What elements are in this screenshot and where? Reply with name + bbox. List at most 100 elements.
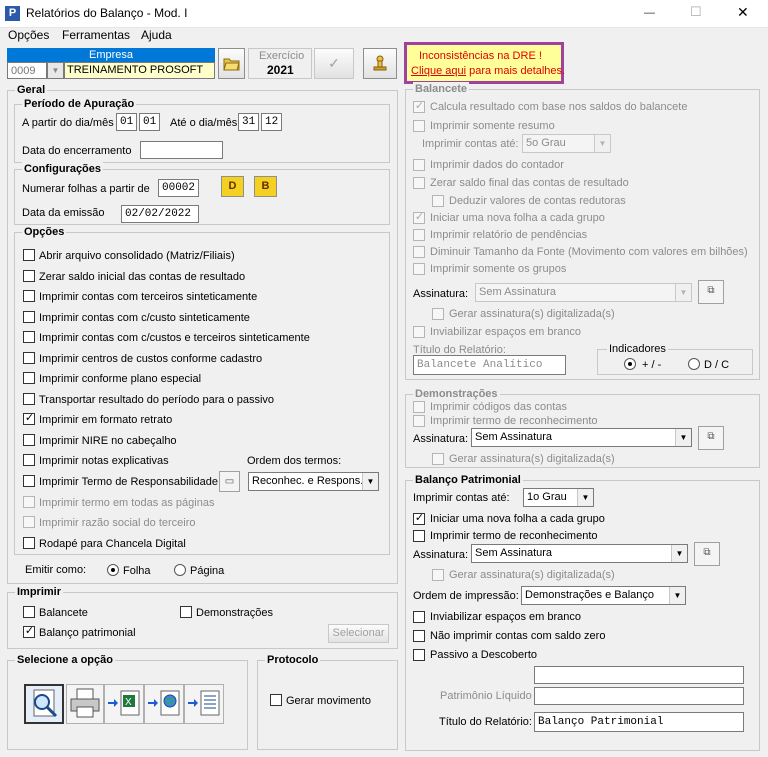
balancete-assinatura-button[interactable]: ⧉ <box>698 280 724 304</box>
demonstracoes-gerar-dig-checkbox <box>432 453 444 465</box>
stamp-button[interactable] <box>363 48 397 79</box>
opcao-label: Imprimir razão social do terceiro <box>39 517 196 529</box>
balanco-assinatura-button[interactable]: ⧉ <box>694 542 720 566</box>
balancete-contas-value: 5o Grau <box>526 137 566 149</box>
opcao-checkbox[interactable] <box>23 270 35 282</box>
opcao-checkbox[interactable] <box>23 475 35 487</box>
to-month-input[interactable]: 12 <box>261 113 282 131</box>
indicadores-group: Indicadores <box>597 342 753 375</box>
document-export-icon <box>188 690 220 716</box>
opcao-label: Transportar resultado do período para o … <box>39 394 275 406</box>
config-title: Configurações <box>22 162 104 176</box>
balancete-inviabilizar-label: Inviabilizar espaços em branco <box>430 326 582 338</box>
balancete-gerar-dig-label: Gerar assinatura(s) digitalizada(s) <box>449 308 615 320</box>
opcao-checkbox[interactable] <box>23 434 35 446</box>
balancete-option-label: Imprimir somente os grupos <box>430 263 567 275</box>
web-button[interactable] <box>144 684 184 724</box>
balancete-option-checkbox: ✓ <box>413 211 425 224</box>
balanco-contas-label: Imprimir contas até: <box>413 492 510 504</box>
termo-config-button[interactable]: ▭ <box>219 471 240 492</box>
opcao-checkbox[interactable] <box>23 372 35 384</box>
opcao-checkbox[interactable] <box>23 454 35 466</box>
gerar-movimento-label: Gerar movimento <box>286 695 371 707</box>
folder-open-button[interactable] <box>218 48 245 79</box>
from-day-input[interactable]: 01 <box>116 113 137 131</box>
pagina-radio[interactable] <box>174 564 186 576</box>
warning-link[interactable]: Clique aqui <box>411 65 466 77</box>
balanco-ordem-select[interactable]: Demonstrações e Balanço ▼ <box>521 586 686 605</box>
check-icon: ✓ <box>414 211 425 223</box>
opcao-checkbox[interactable] <box>23 249 35 261</box>
balanco-titulo-input[interactable]: Balanço Patrimonial <box>534 712 744 732</box>
menu-ajuda[interactable]: Ajuda <box>141 28 172 42</box>
balanco-nao-imprimir-checkbox[interactable] <box>413 630 425 642</box>
excel-button[interactable]: X <box>104 684 144 724</box>
exercicio-year[interactable]: 2021 <box>267 63 294 77</box>
patrimonio-liquido-input[interactable] <box>534 687 744 705</box>
balanco-termo-checkbox[interactable] <box>413 530 425 542</box>
b-button[interactable]: B <box>254 176 277 197</box>
maximize-button[interactable]: ☐ <box>690 5 702 19</box>
balanco-contas-select[interactable]: 1o Grau ▼ <box>523 488 594 507</box>
balanco-termo-label: Imprimir termo de reconhecimento <box>430 530 598 542</box>
ordem-termos-select[interactable]: Reconhec. e Respons. ▼ <box>248 472 379 491</box>
opcao-label: Imprimir conforme plano especial <box>39 373 202 385</box>
closing-label: Data do encerramento <box>22 145 132 157</box>
balanco-contas-value: 1o Grau <box>527 491 567 503</box>
menu-ferramentas[interactable]: Ferramentas <box>62 28 130 42</box>
demonstracoes-assinatura-button[interactable]: ⧉ <box>698 426 724 450</box>
opcao-checkbox[interactable] <box>23 393 35 405</box>
balancete-option-label: Iniciar uma nova folha a cada grupo <box>430 212 605 224</box>
check-icon: ✓ <box>328 55 340 71</box>
minimize-button[interactable]: — <box>644 6 655 20</box>
demonstracoes-assinatura-label: Assinatura: <box>413 433 469 445</box>
folha-radio[interactable] <box>107 564 119 576</box>
emissao-input[interactable]: 02/02/2022 <box>121 205 199 223</box>
balanco-inviabilizar-checkbox[interactable] <box>413 611 425 623</box>
balancete-checkbox[interactable] <box>23 606 35 618</box>
opcao-checkbox[interactable] <box>23 331 35 343</box>
opcao-label: Rodapé para Chancela Digital <box>39 538 186 550</box>
opcao-checkbox[interactable] <box>23 290 35 302</box>
numerar-input[interactable]: 00002 <box>158 179 199 197</box>
opcao-checkbox[interactable]: ✓ <box>23 412 35 425</box>
gerar-movimento-checkbox[interactable] <box>270 694 282 706</box>
menu-opcoes[interactable]: Opções <box>8 28 49 42</box>
empresa-spin-icon[interactable]: ▼ <box>47 62 64 79</box>
opcao-checkbox[interactable] <box>23 352 35 364</box>
balancete-option-checkbox <box>413 177 425 189</box>
balanco-gerar-dig-label: Gerar assinatura(s) digitalizada(s) <box>449 569 615 581</box>
balanco-assinatura-select[interactable]: Sem Assinatura ▼ <box>471 544 688 563</box>
balanco-ordem-label: Ordem de impressão: <box>413 590 519 602</box>
emissao-label: Data da emissão <box>22 207 105 219</box>
passivo-input[interactable] <box>534 666 744 684</box>
close-button[interactable]: ✕ <box>737 5 749 19</box>
preview-button[interactable] <box>24 684 64 724</box>
d-button[interactable]: D <box>221 176 244 197</box>
exercicio-header: Exercício <box>259 50 305 62</box>
balancete-option-label: Calcula resultado com base nos saldos do… <box>430 101 688 113</box>
print-button[interactable] <box>66 684 104 724</box>
demonstracoes-checkbox[interactable] <box>180 606 192 618</box>
opcao-checkbox[interactable] <box>23 311 35 323</box>
from-month-input[interactable]: 01 <box>139 113 160 131</box>
balancete-titulo-input: Balancete Analítico <box>413 355 566 375</box>
balanco-passivo-checkbox[interactable] <box>413 649 425 661</box>
empresa-code-field[interactable]: 0009 <box>7 62 47 79</box>
indicador-dc-radio[interactable] <box>688 358 700 370</box>
demonstracoes-assinatura-select[interactable]: Sem Assinatura ▼ <box>471 428 692 447</box>
window-title: Relatórios do Balanço - Mod. I <box>26 6 188 20</box>
balancete-contas-select: 5o Grau ▼ <box>522 134 611 153</box>
balanco-checkbox[interactable]: ✓ <box>23 625 35 638</box>
closing-date-input[interactable] <box>140 141 223 159</box>
document-button[interactable] <box>184 684 224 724</box>
imprimir-title: Imprimir <box>15 585 64 599</box>
balanco-assinatura-value: Sem Assinatura <box>475 547 553 559</box>
to-label: Até o dia/mês <box>170 117 238 129</box>
indicador-plus-radio[interactable] <box>624 358 636 370</box>
periodo-title: Período de Apuração <box>22 97 137 111</box>
opcao-label: Imprimir em formato retrato <box>39 414 173 426</box>
opcao-checkbox[interactable] <box>23 537 35 549</box>
to-day-input[interactable]: 31 <box>238 113 259 131</box>
balanco-nova-folha-checkbox[interactable]: ✓ <box>413 512 425 525</box>
